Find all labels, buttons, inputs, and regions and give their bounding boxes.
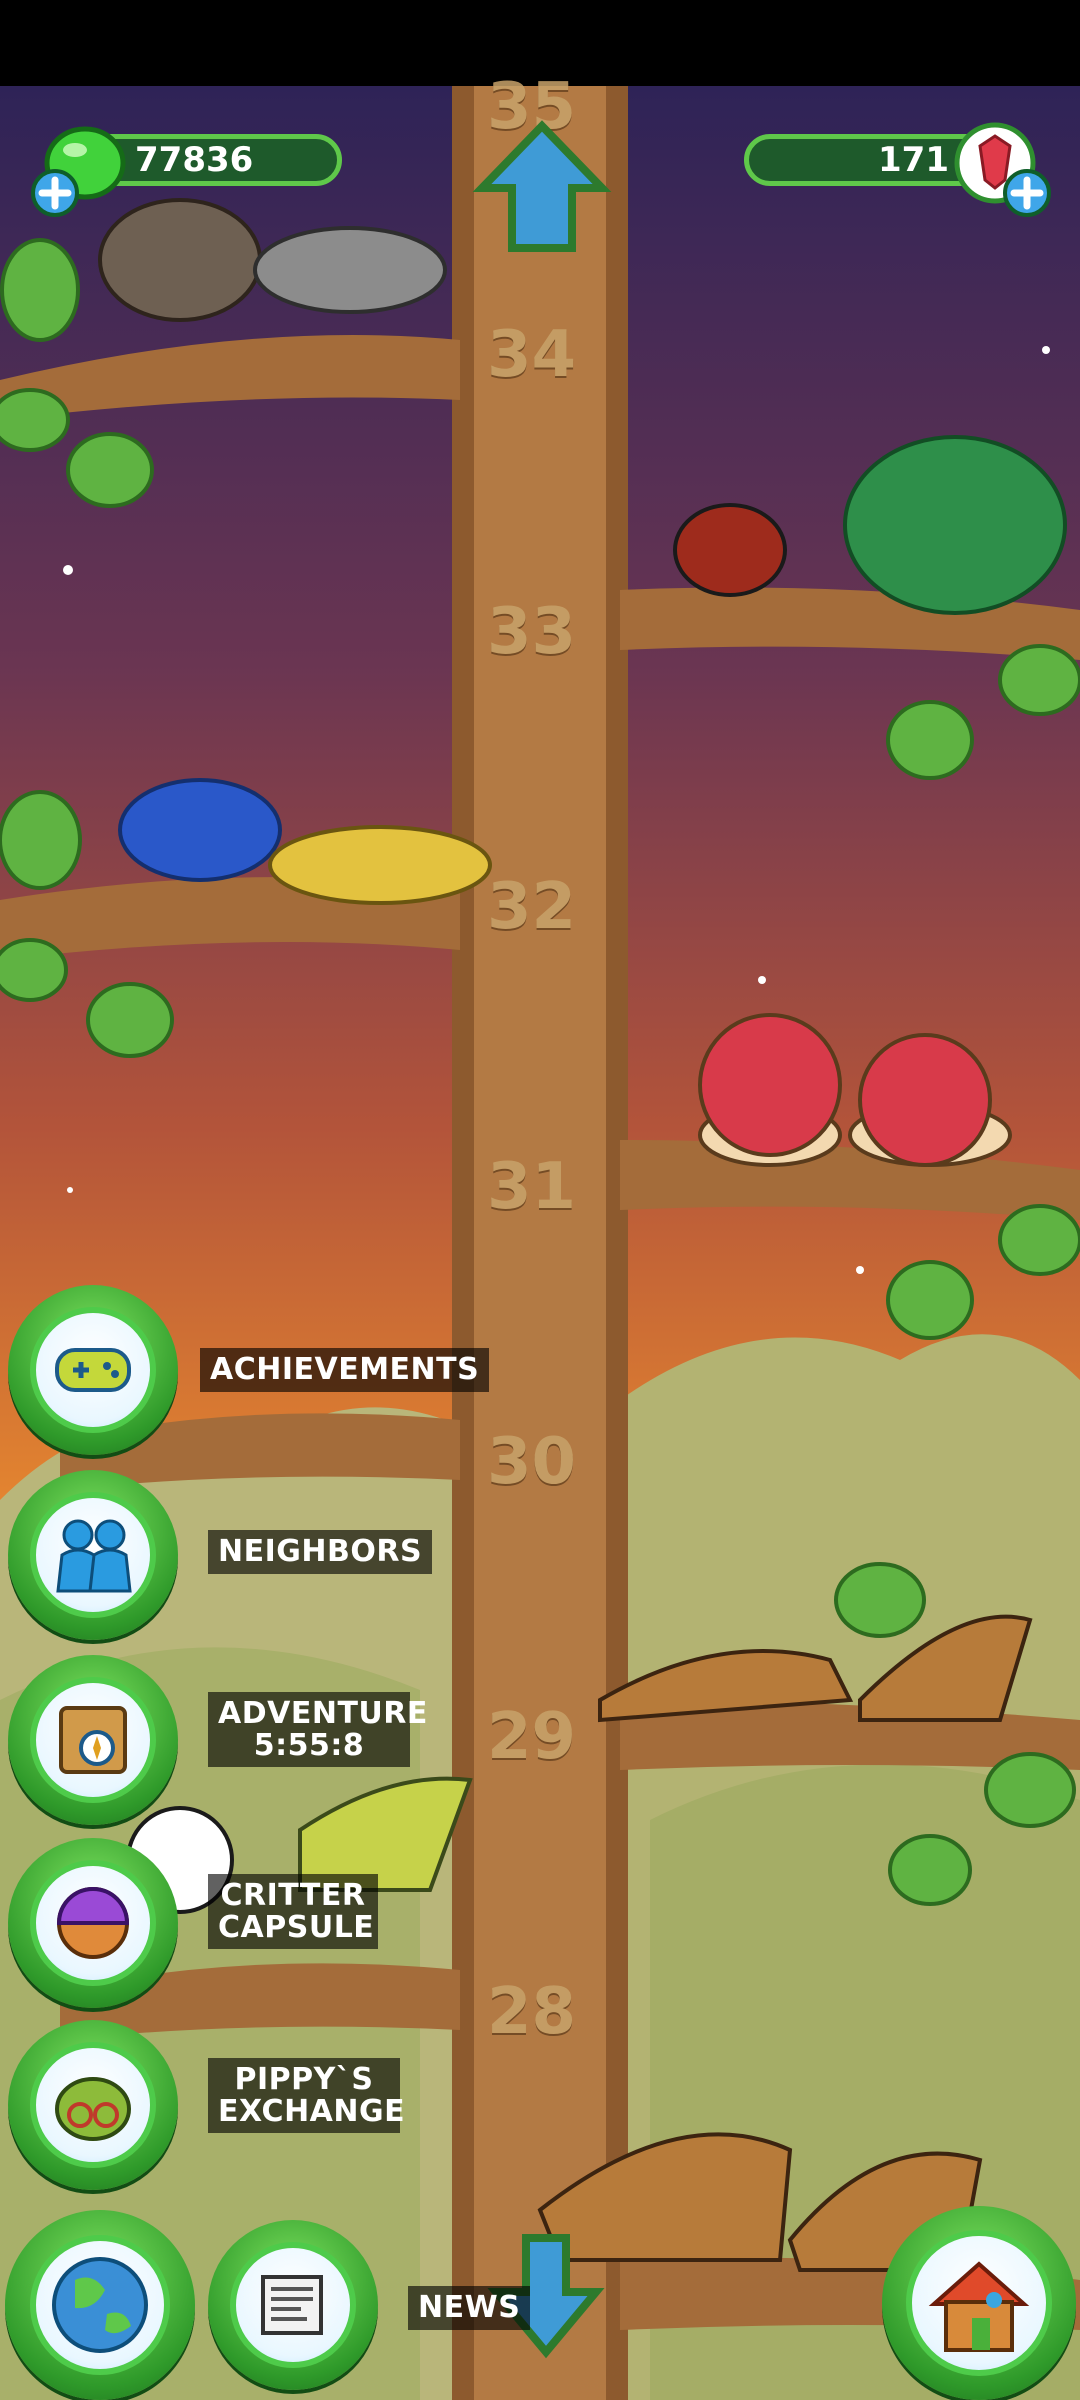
pippys-exchange-label: PIPPY`S EXCHANGE bbox=[208, 2058, 406, 2133]
level-number: 33 bbox=[487, 595, 577, 669]
neighbors-label: NEIGHBORS bbox=[208, 1530, 433, 1574]
scroll-up-arrow-icon[interactable] bbox=[472, 118, 612, 258]
adventure-timer: 5:55:8 bbox=[253, 1727, 365, 1763]
map-compass-icon bbox=[59, 1706, 127, 1774]
pippy-title-line2: EXCHANGE bbox=[218, 2093, 406, 2129]
level-number: 28 bbox=[487, 1975, 577, 2049]
level-number: 32 bbox=[487, 870, 577, 944]
critter-title-line1: CRITTER bbox=[220, 1878, 366, 1913]
pippy-title-line1: PIPPY`S bbox=[234, 2062, 374, 2097]
newspaper-icon bbox=[261, 2275, 323, 2335]
gamepad-icon bbox=[55, 1348, 131, 1392]
level-number: 34 bbox=[487, 318, 577, 392]
globe-icon bbox=[52, 2257, 148, 2353]
pippys-exchange-button[interactable] bbox=[8, 2020, 178, 2190]
neighbors-icon bbox=[56, 1519, 132, 1593]
level-number: 31 bbox=[487, 1150, 577, 1224]
neighbors-button[interactable] bbox=[8, 1470, 178, 1640]
add-coins-button[interactable] bbox=[28, 166, 82, 220]
world-map-button[interactable] bbox=[5, 2210, 195, 2400]
game-scene: 35 34 33 32 31 30 29 28 77836 171 ACHIEV… bbox=[0, 0, 1080, 2400]
adventure-title: ADVENTURE bbox=[218, 1696, 428, 1731]
home-button[interactable] bbox=[882, 2206, 1076, 2400]
adventure-label: ADVENTURE 5:55:8 bbox=[208, 1692, 428, 1767]
level-number: 30 bbox=[487, 1425, 577, 1499]
level-number: 29 bbox=[487, 1700, 577, 1774]
house-icon bbox=[928, 2261, 1030, 2352]
adventure-button[interactable] bbox=[8, 1655, 178, 1825]
achievements-button[interactable] bbox=[8, 1285, 178, 1455]
coins-value: 77836 bbox=[135, 140, 254, 180]
news-label: NEWS bbox=[408, 2286, 531, 2330]
news-button[interactable] bbox=[208, 2220, 378, 2390]
gems-value: 171 bbox=[878, 140, 949, 180]
critter-capsule-label: CRITTER CAPSULE bbox=[208, 1874, 378, 1949]
critter-capsule-button[interactable] bbox=[8, 1838, 178, 2008]
add-gems-button[interactable] bbox=[1000, 166, 1054, 220]
pippy-icon bbox=[55, 2077, 131, 2141]
critter-title-line2: CAPSULE bbox=[218, 1909, 375, 1945]
achievements-label: ACHIEVEMENTS bbox=[200, 1348, 490, 1392]
capsule-icon bbox=[56, 1887, 130, 1959]
